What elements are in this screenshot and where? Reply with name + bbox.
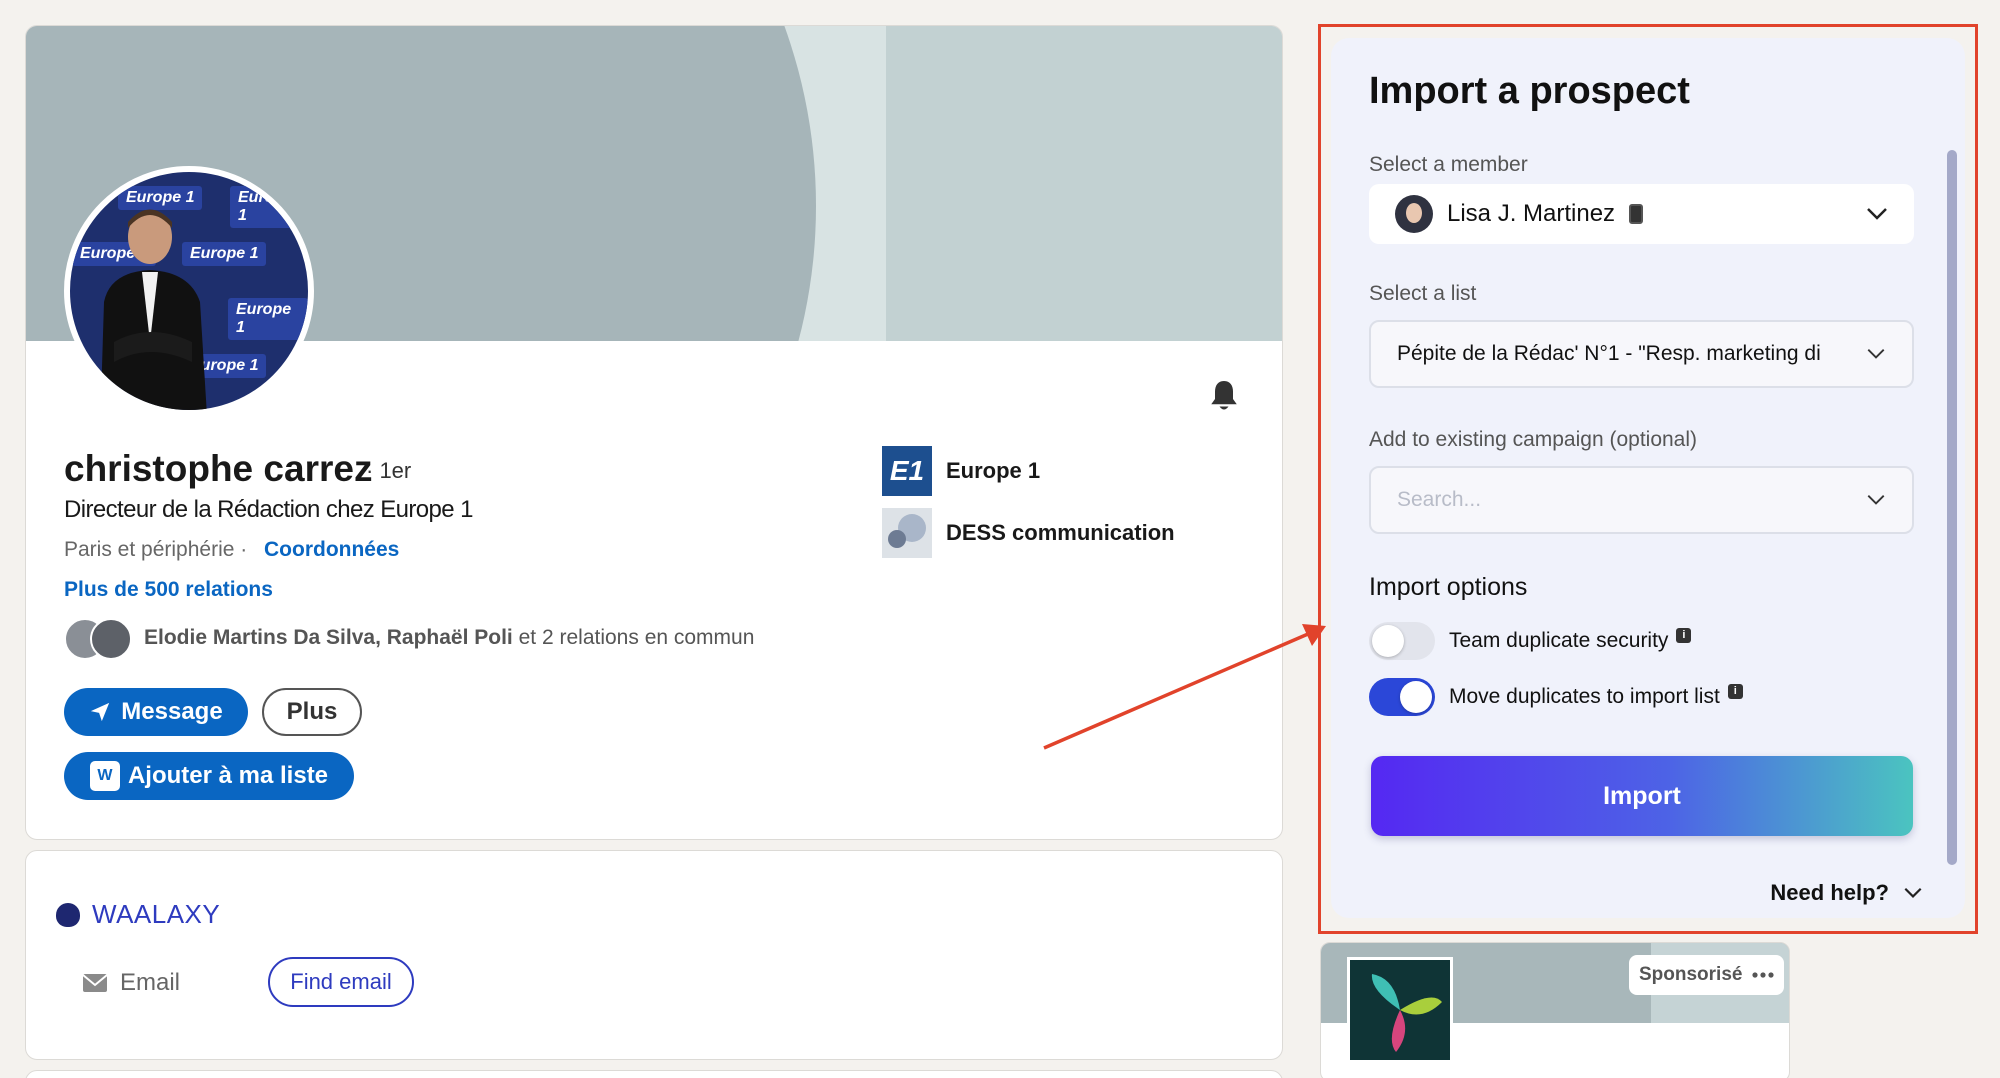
more-dots-icon xyxy=(1752,972,1775,978)
add-to-list-button[interactable]: W Ajouter à ma liste xyxy=(64,752,354,800)
list-select[interactable]: Pépite de la Rédac' N°1 - "Resp. marketi… xyxy=(1369,320,1914,388)
person-silhouette xyxy=(100,209,207,410)
message-button[interactable]: Message xyxy=(64,688,248,736)
panel-scrollbar[interactable] xyxy=(1947,150,1957,865)
info-icon[interactable]: i xyxy=(1727,683,1743,699)
member-select[interactable]: Lisa J. Martinez xyxy=(1369,184,1914,244)
team-duplicate-toggle[interactable] xyxy=(1369,622,1435,660)
chevron-down-icon xyxy=(1867,208,1887,220)
more-button[interactable]: Plus xyxy=(262,688,362,736)
panel-title: Import a prospect xyxy=(1369,70,1690,112)
school-logo-icon xyxy=(882,508,932,558)
chevron-down-icon xyxy=(1904,887,1922,898)
envelope-icon xyxy=(82,974,108,992)
leaf-logo-icon xyxy=(1371,974,1442,1052)
annotation-arrow-icon xyxy=(1043,624,1326,750)
sponsored-card[interactable]: Sponsorisé xyxy=(1320,942,1790,1078)
import-prospect-panel: Import a prospect Select a member Lisa J… xyxy=(1331,38,1965,918)
relations-link[interactable]: Plus de 500 relations xyxy=(64,578,273,602)
sponsored-label[interactable]: Sponsorisé xyxy=(1629,955,1785,995)
option-team-duplicate: Team duplicate security i xyxy=(1369,622,1692,660)
chevron-down-icon xyxy=(1867,495,1885,505)
company-europe1[interactable]: E1 Europe 1 xyxy=(882,446,1040,496)
connection-degree: · 1er xyxy=(366,458,412,483)
member-label: Select a member xyxy=(1369,153,1528,176)
profile-avatar[interactable]: Europe 1 Europe 1 Europe 1 Europe 1 Euro… xyxy=(64,166,314,416)
bell-icon[interactable] xyxy=(1206,378,1242,414)
waalaxy-brand: WAALAXY xyxy=(56,899,220,930)
move-duplicates-toggle[interactable] xyxy=(1369,678,1435,716)
contact-info-link[interactable]: Coordonnées xyxy=(264,538,399,562)
import-button[interactable]: Import xyxy=(1371,756,1913,836)
profile-location: Paris et périphérie · xyxy=(64,538,248,561)
member-avatar xyxy=(1395,195,1433,233)
find-email-button[interactable]: Find email xyxy=(268,957,414,1007)
waalaxy-list-icon: W xyxy=(89,761,120,791)
alien-icon xyxy=(56,902,80,927)
profile-name: christophe carrez xyxy=(64,448,373,489)
email-label: Email xyxy=(82,969,180,997)
need-help-toggle[interactable]: Need help? xyxy=(1770,880,1923,906)
europe1-logo: E1 xyxy=(882,446,932,496)
campaign-label: Add to existing campaign (optional) xyxy=(1369,428,1698,451)
profile-headline: Directeur de la Rédaction chez Europe 1 xyxy=(64,496,473,523)
school-dess[interactable]: DESS communication xyxy=(882,508,1175,558)
campaign-search-select[interactable]: Search... xyxy=(1369,466,1914,534)
phone-icon xyxy=(1629,204,1644,224)
info-icon[interactable]: i xyxy=(1676,627,1692,643)
chevron-down-icon xyxy=(1867,349,1885,359)
list-label: Select a list xyxy=(1369,282,1477,305)
send-icon xyxy=(91,702,110,722)
import-options-title: Import options xyxy=(1369,573,1528,601)
waalaxy-card: WAALAXY Email Find email xyxy=(25,850,1283,1060)
mutual-connections[interactable]: Elodie Martins Da Silva, Raphaël Poli et… xyxy=(144,626,754,650)
option-move-duplicates: Move duplicates to import list i xyxy=(1369,678,1743,716)
advertiser-logo[interactable] xyxy=(1347,957,1453,1063)
mutual-avatars[interactable] xyxy=(64,618,134,662)
next-card xyxy=(25,1070,1283,1078)
